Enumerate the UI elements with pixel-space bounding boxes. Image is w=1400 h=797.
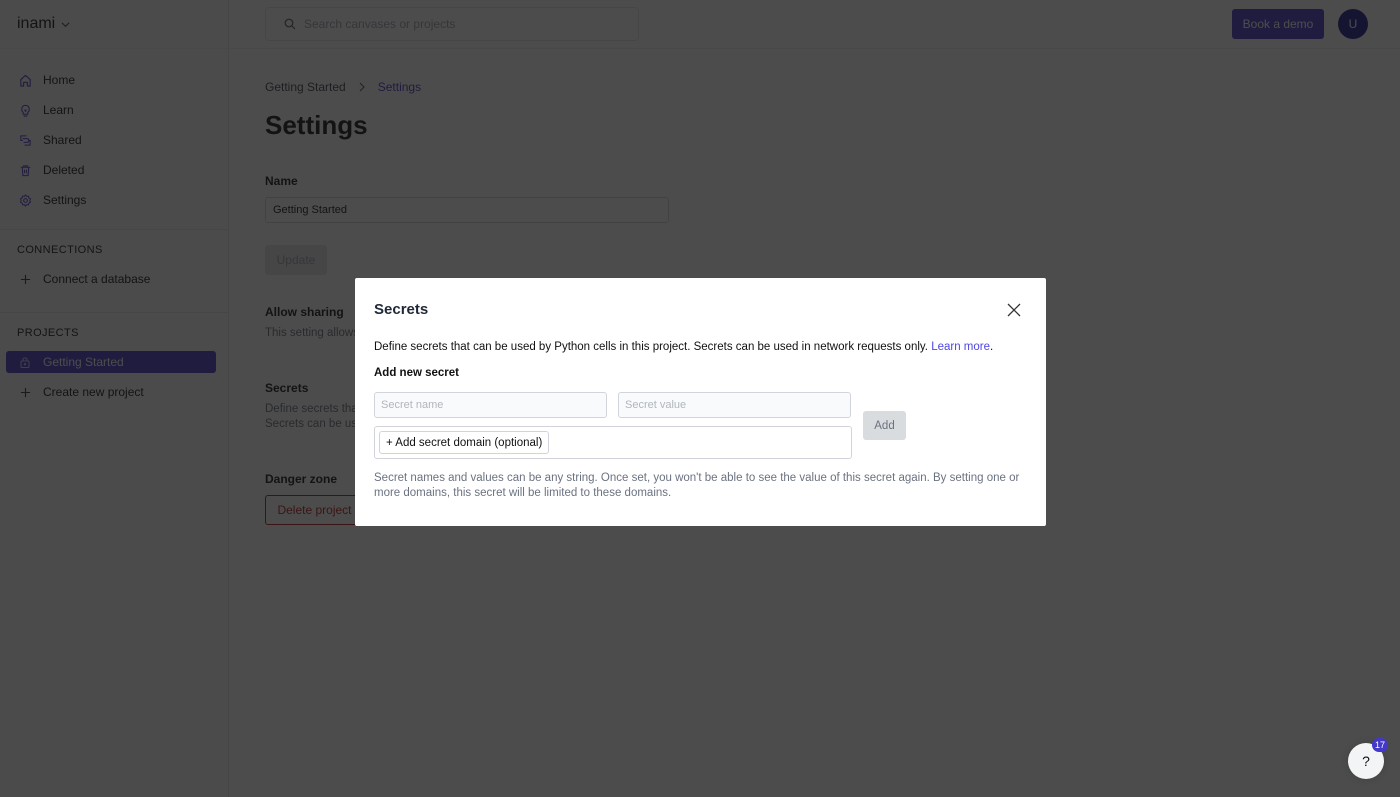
secret-value-input[interactable] bbox=[618, 392, 851, 418]
dialog-title: Secrets bbox=[374, 301, 429, 318]
close-icon[interactable] bbox=[1006, 302, 1022, 318]
secret-domains-field[interactable]: + Add secret domain (optional) bbox=[374, 426, 852, 459]
notification-badge: 17 bbox=[1372, 738, 1388, 752]
dialog-description-text: Define secrets that can be used by Pytho… bbox=[374, 341, 932, 353]
dialog-description: Define secrets that can be used by Pytho… bbox=[374, 341, 994, 353]
secret-name-input[interactable] bbox=[374, 392, 607, 418]
dialog-help-text: Secret names and values can be any strin… bbox=[374, 472, 1020, 499]
add-secret-button[interactable]: Add bbox=[863, 411, 906, 440]
add-secret-domain-button[interactable]: + Add secret domain (optional) bbox=[379, 431, 550, 454]
add-secret-label: Add new secret bbox=[374, 367, 459, 379]
learn-more-link[interactable]: Learn more bbox=[931, 341, 990, 353]
secrets-dialog: Secrets Define secrets that can be used … bbox=[355, 278, 1046, 526]
